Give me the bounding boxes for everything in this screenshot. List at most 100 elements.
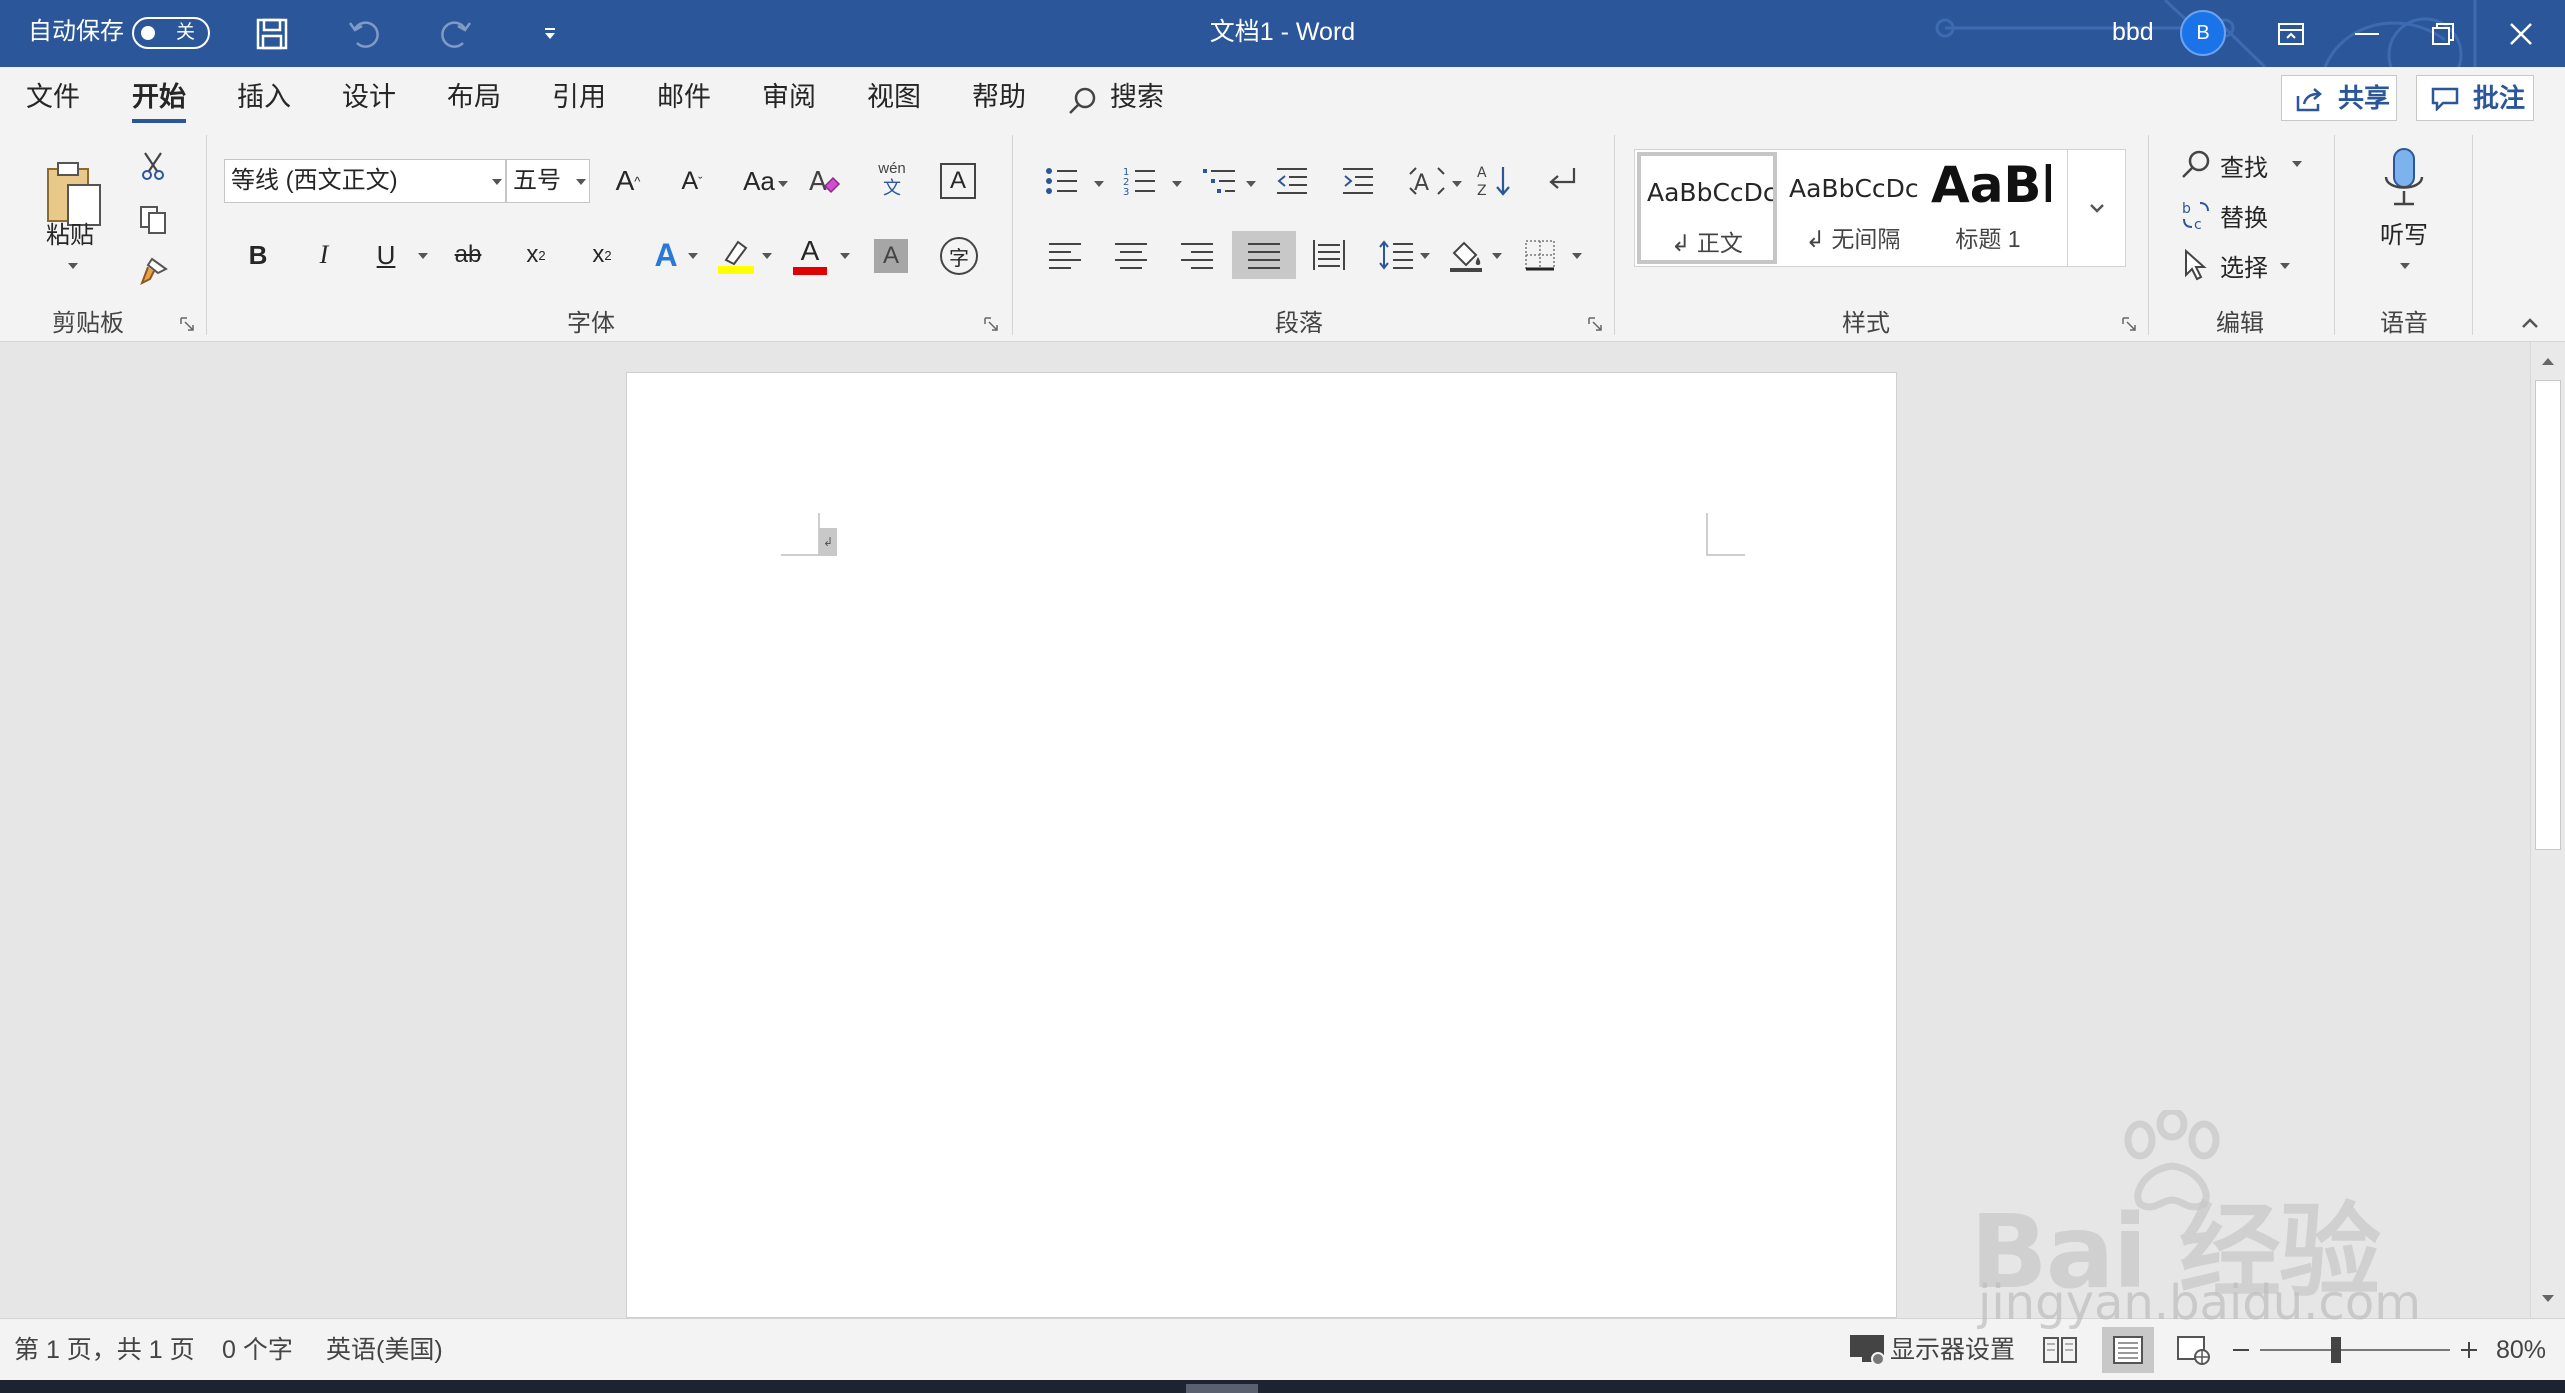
tab-insert[interactable]: 插入 bbox=[237, 79, 291, 115]
find-button[interactable]: 查找 bbox=[2180, 145, 2340, 185]
subscript-button[interactable]: x2 bbox=[516, 235, 556, 275]
vertical-scrollbar[interactable] bbox=[2530, 342, 2565, 1318]
character-shading-button[interactable]: A bbox=[874, 239, 908, 273]
italic-button[interactable]: I bbox=[306, 235, 342, 275]
document-canvas[interactable] bbox=[0, 342, 2530, 1318]
bold-button[interactable]: B bbox=[240, 235, 276, 275]
sort-button[interactable]: A Z bbox=[1474, 159, 1516, 203]
shading-dropdown-arrow[interactable] bbox=[1492, 253, 1502, 259]
tab-help[interactable]: 帮助 bbox=[972, 79, 1026, 115]
font-name-dropdown-arrow[interactable] bbox=[492, 179, 502, 185]
ribbon-display-options-button[interactable] bbox=[2254, 0, 2328, 67]
read-mode-button[interactable] bbox=[2034, 1327, 2086, 1373]
align-left-button[interactable] bbox=[1044, 235, 1086, 275]
style-no-spacing[interactable]: AaBbCcDc ↲ 无间隔 bbox=[1783, 152, 1923, 264]
paragraph-dialog-launcher-icon[interactable] bbox=[1588, 317, 1602, 331]
font-size-dropdown-arrow[interactable] bbox=[576, 179, 586, 185]
line-spacing-button[interactable] bbox=[1374, 235, 1418, 275]
change-case-button[interactable]: Aa bbox=[736, 161, 782, 201]
minimize-button[interactable] bbox=[2330, 0, 2404, 67]
select-dropdown-arrow[interactable] bbox=[2280, 263, 2290, 269]
redo-button[interactable] bbox=[436, 14, 476, 54]
language-status[interactable]: 英语(美国) bbox=[326, 1333, 443, 1367]
text-direction-dropdown-arrow[interactable] bbox=[1452, 181, 1462, 187]
tab-review[interactable]: 审阅 bbox=[762, 79, 816, 115]
search-icon[interactable] bbox=[1068, 86, 1098, 116]
bullets-dropdown-arrow[interactable] bbox=[1094, 181, 1104, 187]
underline-button[interactable]: U bbox=[368, 235, 404, 275]
shading-button[interactable] bbox=[1444, 233, 1488, 277]
cut-button[interactable] bbox=[136, 149, 170, 183]
find-dropdown-arrow[interactable] bbox=[2292, 161, 2302, 167]
display-settings-label[interactable]: 显示器设置 bbox=[1890, 1333, 2015, 1367]
zoom-slider[interactable] bbox=[2260, 1349, 2450, 1351]
style-normal[interactable]: AaBbCcDc ↲ 正文 bbox=[1637, 152, 1777, 264]
font-color-dropdown-arrow[interactable] bbox=[840, 253, 850, 259]
tab-references[interactable]: 引用 bbox=[552, 79, 606, 115]
dictate-dropdown-arrow[interactable] bbox=[2400, 263, 2410, 269]
grow-font-button[interactable]: A ^ bbox=[608, 161, 648, 201]
text-direction-button[interactable]: A bbox=[1404, 159, 1450, 203]
superscript-button[interactable]: x2 bbox=[582, 235, 622, 275]
change-case-dropdown-arrow[interactable] bbox=[778, 181, 788, 187]
tab-home[interactable]: 开始 bbox=[132, 79, 186, 123]
distributed-button[interactable] bbox=[1308, 235, 1350, 275]
phonetic-guide-button[interactable]: wén 文 bbox=[870, 155, 914, 203]
tab-view[interactable]: 视图 bbox=[867, 79, 921, 115]
copy-button[interactable] bbox=[136, 203, 170, 237]
shrink-font-button[interactable]: Aˇ bbox=[672, 161, 712, 201]
style-heading-1[interactable]: AaBl 标题 1 bbox=[1925, 152, 2051, 264]
styles-gallery-more-button[interactable] bbox=[2067, 150, 2125, 266]
replace-button[interactable]: b c 替换 bbox=[2180, 195, 2340, 235]
page-count[interactable]: 第 1 页，共 1 页 bbox=[14, 1333, 195, 1367]
tab-mailings[interactable]: 邮件 bbox=[657, 79, 711, 115]
font-color-button[interactable]: A bbox=[790, 233, 830, 277]
dictate-button[interactable] bbox=[2376, 145, 2432, 211]
clear-formatting-button[interactable]: A bbox=[804, 159, 844, 203]
text-effects-dropdown-arrow[interactable] bbox=[688, 253, 698, 259]
tab-file[interactable]: 文件 bbox=[26, 79, 80, 115]
align-right-button[interactable] bbox=[1176, 235, 1218, 275]
decrease-indent-button[interactable] bbox=[1272, 161, 1312, 201]
restore-button[interactable] bbox=[2406, 0, 2480, 67]
highlight-dropdown-arrow[interactable] bbox=[762, 253, 772, 259]
bullets-button[interactable] bbox=[1040, 161, 1084, 201]
scroll-down-button[interactable] bbox=[2531, 1284, 2565, 1314]
scroll-up-button[interactable] bbox=[2531, 346, 2565, 376]
user-name[interactable]: bbd bbox=[2112, 14, 2154, 50]
web-layout-button[interactable] bbox=[2168, 1327, 2220, 1373]
increase-indent-button[interactable] bbox=[1338, 161, 1378, 201]
strikethrough-button[interactable]: ab bbox=[448, 235, 488, 275]
align-center-button[interactable] bbox=[1110, 235, 1152, 275]
comments-button[interactable]: 批注 bbox=[2416, 75, 2534, 121]
share-button[interactable]: 共享 bbox=[2281, 75, 2397, 121]
font-dialog-launcher-icon[interactable] bbox=[984, 317, 998, 331]
collapse-ribbon-button[interactable] bbox=[2516, 309, 2544, 337]
avatar[interactable]: B bbox=[2180, 10, 2226, 56]
zoom-out-button[interactable] bbox=[2226, 1327, 2256, 1373]
styles-dialog-launcher-icon[interactable] bbox=[2122, 317, 2136, 331]
format-painter-button[interactable] bbox=[136, 255, 170, 289]
justify-button[interactable] bbox=[1232, 231, 1296, 279]
document-page[interactable] bbox=[626, 372, 1897, 1318]
save-button[interactable] bbox=[252, 14, 292, 54]
tab-design[interactable]: 设计 bbox=[342, 79, 396, 115]
underline-dropdown-arrow[interactable] bbox=[418, 253, 428, 259]
font-name-combo[interactable]: 等线 (西文正文) bbox=[224, 159, 506, 203]
tab-layout[interactable]: 布局 bbox=[447, 79, 501, 115]
highlight-button[interactable] bbox=[714, 233, 758, 277]
show-formatting-marks-button[interactable] bbox=[1540, 159, 1582, 203]
line-spacing-dropdown-arrow[interactable] bbox=[1420, 253, 1430, 259]
multilevel-list-button[interactable] bbox=[1198, 161, 1242, 201]
numbering-button[interactable]: 123 bbox=[1118, 161, 1162, 201]
clipboard-dialog-launcher-icon[interactable] bbox=[180, 317, 194, 331]
character-border-button[interactable]: A bbox=[940, 163, 976, 199]
borders-dropdown-arrow[interactable] bbox=[1572, 253, 1582, 259]
scrollbar-thumb[interactable] bbox=[2535, 380, 2561, 850]
print-layout-button[interactable] bbox=[2102, 1327, 2154, 1373]
word-count[interactable]: 0 个字 bbox=[222, 1333, 293, 1367]
zoom-slider-thumb[interactable] bbox=[2331, 1337, 2341, 1363]
close-button[interactable] bbox=[2484, 0, 2558, 67]
zoom-level[interactable]: 80% bbox=[2496, 1333, 2546, 1367]
numbering-dropdown-arrow[interactable] bbox=[1172, 181, 1182, 187]
